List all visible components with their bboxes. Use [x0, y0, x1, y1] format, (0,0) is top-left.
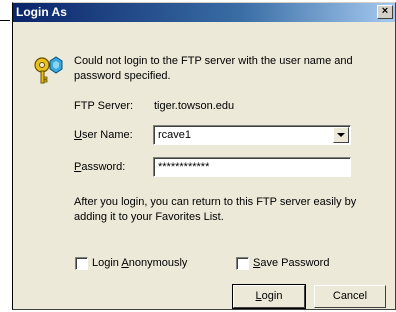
login-anonymously-checkbox[interactable]: [75, 257, 88, 270]
desktop-fragment: [0, 20, 10, 21]
cancel-button[interactable]: Cancel: [314, 285, 386, 308]
ftp-server-label: FTP Server:: [74, 100, 134, 112]
close-icon: ×: [381, 5, 389, 17]
username-dropdown-button[interactable]: [333, 127, 349, 143]
username-label: User Name:: [74, 129, 133, 141]
password-field[interactable]: ************: [153, 157, 351, 177]
chevron-down-icon: [337, 133, 345, 137]
password-input[interactable]: ************: [158, 161, 209, 173]
close-button[interactable]: ×: [377, 5, 393, 19]
username-input[interactable]: rcave1: [158, 129, 191, 141]
error-message: Could not login to the FTP server with t…: [74, 55, 353, 82]
password-label: Password:: [74, 161, 126, 173]
save-password-checkbox[interactable]: [236, 257, 249, 270]
favorites-info-text: After you login, you can return to this …: [74, 196, 357, 223]
title-bar[interactable]: Login As ×: [13, 3, 395, 22]
window-title: Login As: [16, 5, 67, 19]
username-combobox[interactable]: rcave1: [153, 125, 351, 145]
ftp-server-value: tiger.towson.edu: [154, 100, 235, 112]
key-icon: [34, 56, 63, 84]
login-anonymously-label[interactable]: Login Anonymously: [92, 257, 187, 269]
login-as-dialog: Login As × Could not login to the FTP se…: [12, 2, 396, 310]
save-password-label[interactable]: Save Password: [253, 257, 329, 269]
login-button[interactable]: Login: [232, 284, 306, 309]
